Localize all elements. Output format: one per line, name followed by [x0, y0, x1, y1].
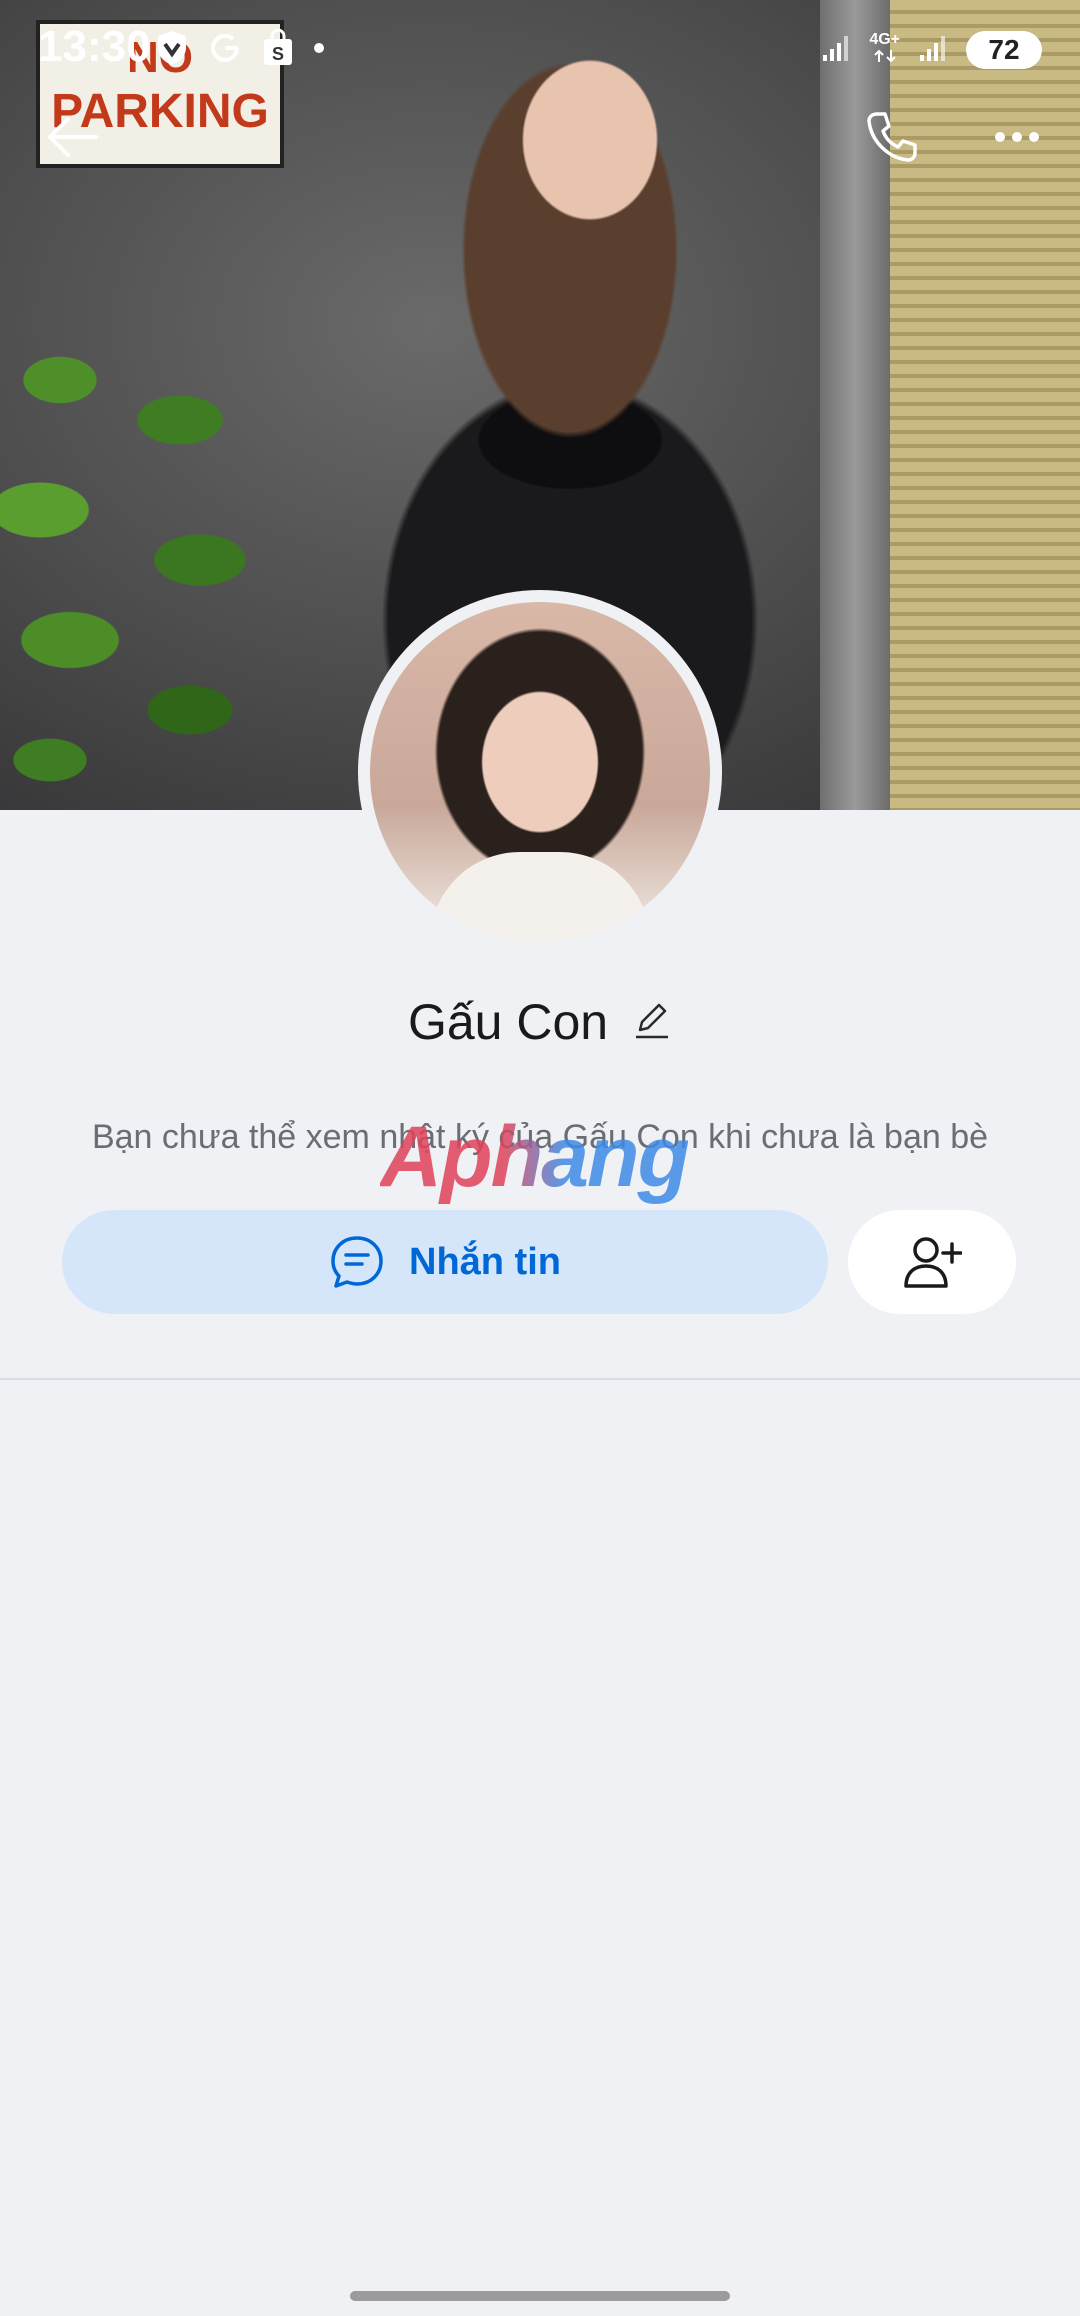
signal-icon-2: [918, 33, 948, 68]
shopping-bag-icon: S: [261, 28, 295, 72]
home-indicator[interactable]: [350, 2291, 730, 2301]
chat-bubble-icon: [331, 1236, 383, 1288]
back-button[interactable]: [40, 105, 104, 169]
status-bar: 13:30 S 4G+ 72: [0, 0, 1080, 100]
notification-icons: S: [155, 28, 325, 72]
network-type-label: 4G+: [869, 31, 900, 48]
more-horizontal-icon: [995, 132, 1039, 142]
add-friend-button[interactable]: [848, 1210, 1016, 1314]
battery-indicator: 72: [966, 31, 1042, 69]
phone-icon: [867, 112, 917, 162]
battery-level: 72: [988, 34, 1020, 65]
arrow-left-icon: [48, 117, 98, 157]
message-button-label: Nhắn tin: [409, 1240, 561, 1283]
call-button[interactable]: [860, 105, 924, 169]
profile-name-row: Gấu Con: [0, 990, 1080, 1054]
add-user-icon: [904, 1237, 962, 1288]
avatar[interactable]: [358, 590, 722, 954]
status-time: 13:30: [38, 22, 151, 71]
edit-name-button[interactable]: [632, 1000, 672, 1045]
avatar-image: [370, 602, 710, 942]
more-options-button[interactable]: [985, 105, 1049, 169]
system-icons: 4G+ 72: [821, 28, 1042, 72]
network-type: 4G+: [869, 32, 900, 68]
avatar-shirt: [430, 852, 650, 942]
dot-icon: [313, 41, 325, 59]
profile-name: Gấu Con: [407, 994, 609, 1050]
pencil-icon: [636, 1003, 669, 1038]
watermark-logo: Aphang: [380, 1109, 690, 1205]
shield-icon: [155, 29, 189, 72]
signal-icon: [821, 33, 851, 68]
google-icon: [207, 30, 243, 71]
section-divider: [0, 1378, 1080, 1380]
svg-text:S: S: [272, 44, 284, 64]
message-button[interactable]: Nhắn tin: [62, 1210, 828, 1314]
